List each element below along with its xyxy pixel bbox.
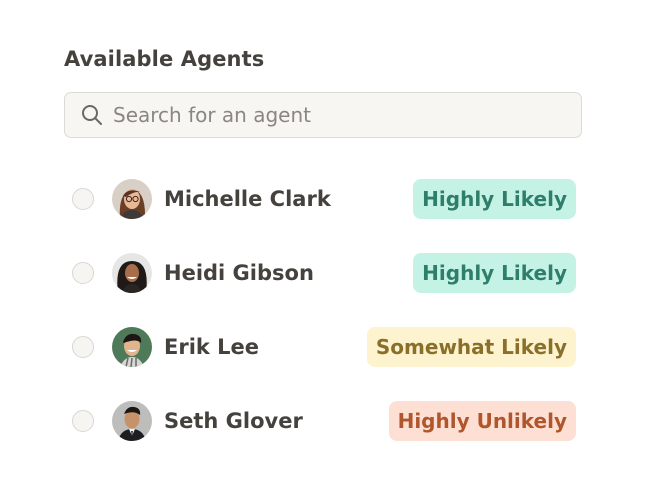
avatar bbox=[112, 179, 152, 219]
agent-row[interactable]: Heidi Gibson Highly Likely bbox=[64, 236, 584, 310]
avatar bbox=[112, 327, 152, 367]
avatar bbox=[112, 401, 152, 441]
agent-row[interactable]: Seth Glover Highly Unlikely bbox=[64, 384, 584, 458]
agent-name: Heidi Gibson bbox=[164, 261, 314, 285]
agent-list: Michelle Clark Highly Likely Heidi Gibso… bbox=[64, 162, 584, 458]
panel-title: Available Agents bbox=[64, 47, 265, 71]
search-input[interactable] bbox=[113, 95, 553, 135]
agent-name: Erik Lee bbox=[164, 335, 260, 359]
likelihood-badge: Highly Likely bbox=[413, 179, 576, 219]
agent-row[interactable]: Michelle Clark Highly Likely bbox=[64, 162, 584, 236]
avatar bbox=[112, 253, 152, 293]
agent-select-radio[interactable] bbox=[72, 336, 94, 358]
agent-name: Seth Glover bbox=[164, 409, 303, 433]
agent-select-radio[interactable] bbox=[72, 410, 94, 432]
agent-name: Michelle Clark bbox=[164, 187, 331, 211]
likelihood-badge: Highly Unlikely bbox=[388, 401, 576, 441]
agent-row[interactable]: Erik Lee Somewhat Likely bbox=[64, 310, 584, 384]
agent-select-radio[interactable] bbox=[72, 188, 94, 210]
search-icon bbox=[81, 104, 103, 126]
likelihood-badge: Somewhat Likely bbox=[366, 327, 576, 367]
agent-select-radio[interactable] bbox=[72, 262, 94, 284]
available-agents-panel: Available Agents Search for an agent Mic… bbox=[64, 44, 584, 441]
likelihood-badge: Highly Likely bbox=[413, 253, 576, 293]
search-box[interactable] bbox=[64, 92, 582, 138]
